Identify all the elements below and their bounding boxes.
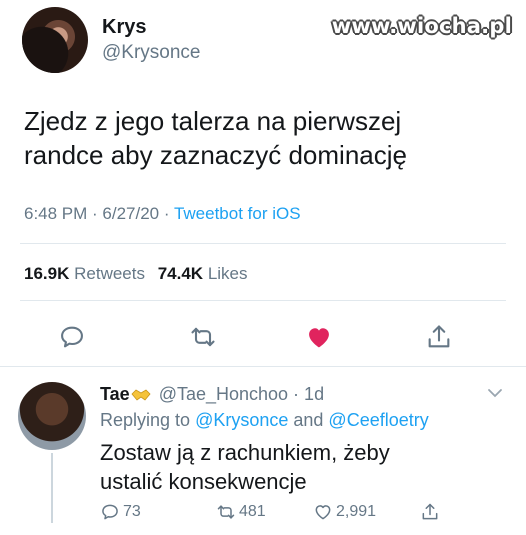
- divider: [20, 300, 506, 301]
- avatar[interactable]: [22, 7, 88, 73]
- share-button[interactable]: [422, 320, 456, 354]
- mention-link[interactable]: @Ceefloetry: [328, 410, 428, 430]
- thread-line: [51, 453, 53, 523]
- share-icon: [422, 503, 438, 520]
- retweet-icon: [191, 327, 215, 347]
- divider: [20, 243, 506, 244]
- mention-link[interactable]: @Krysonce: [195, 410, 288, 430]
- reply-like-button[interactable]: 2,991: [313, 500, 376, 524]
- like-button[interactable]: [302, 320, 336, 354]
- chevron-down-icon[interactable]: [486, 386, 504, 400]
- heart-outline-icon: [315, 505, 331, 520]
- reply-handle-time[interactable]: @Tae_Honchoo · 1d: [159, 384, 324, 404]
- watermark: www.wiocha.pl: [331, 14, 512, 38]
- author-name[interactable]: Krys: [102, 16, 146, 39]
- handshake-emoji-icon: [131, 389, 151, 401]
- share-icon: [428, 325, 450, 348]
- tweet-timestamp: 6:48 PM · 6/27/20 ·: [24, 204, 174, 223]
- retweet-icon: [217, 505, 235, 519]
- reply-icon: [102, 504, 118, 520]
- tweet-text: Zjedz z jego talerza na pierwszej randce…: [24, 106, 407, 170]
- retweet-count: 481: [239, 503, 266, 520]
- reply-share-button[interactable]: [420, 500, 443, 524]
- reply-author-name[interactable]: Tae: [100, 384, 130, 404]
- like-count: 2,991: [336, 503, 377, 520]
- divider: [0, 366, 526, 367]
- retweet-button[interactable]: [186, 320, 220, 354]
- reply-count: 73: [123, 503, 141, 520]
- tweet-meta: 6:48 PM · 6/27/20 · Tweetbot for iOS: [24, 204, 301, 224]
- reply-header: Tae @Tae_Honchoo · 1d: [100, 384, 324, 405]
- heart-icon: [309, 328, 329, 348]
- tweet-stats: 16.9K Retweets 74.4K Likes: [24, 264, 248, 284]
- author-handle[interactable]: @Krysonce: [102, 42, 201, 64]
- likes-stat[interactable]: 74.4K Likes: [158, 264, 248, 283]
- retweets-stat[interactable]: 16.9K Retweets: [24, 264, 145, 283]
- reply-reply-button[interactable]: 73: [100, 500, 141, 524]
- replying-to: Replying to @Krysonce and @Ceefloetry: [100, 410, 429, 430]
- reply-button[interactable]: [55, 320, 89, 354]
- tweet-source-link[interactable]: Tweetbot for iOS: [174, 204, 301, 223]
- reply-text: Zostaw ją z rachunkiem, żeby ustalić kon…: [100, 440, 390, 494]
- reply-icon: [61, 326, 83, 348]
- reply-avatar[interactable]: [18, 382, 86, 450]
- reply-retweet-button[interactable]: 481: [216, 500, 266, 524]
